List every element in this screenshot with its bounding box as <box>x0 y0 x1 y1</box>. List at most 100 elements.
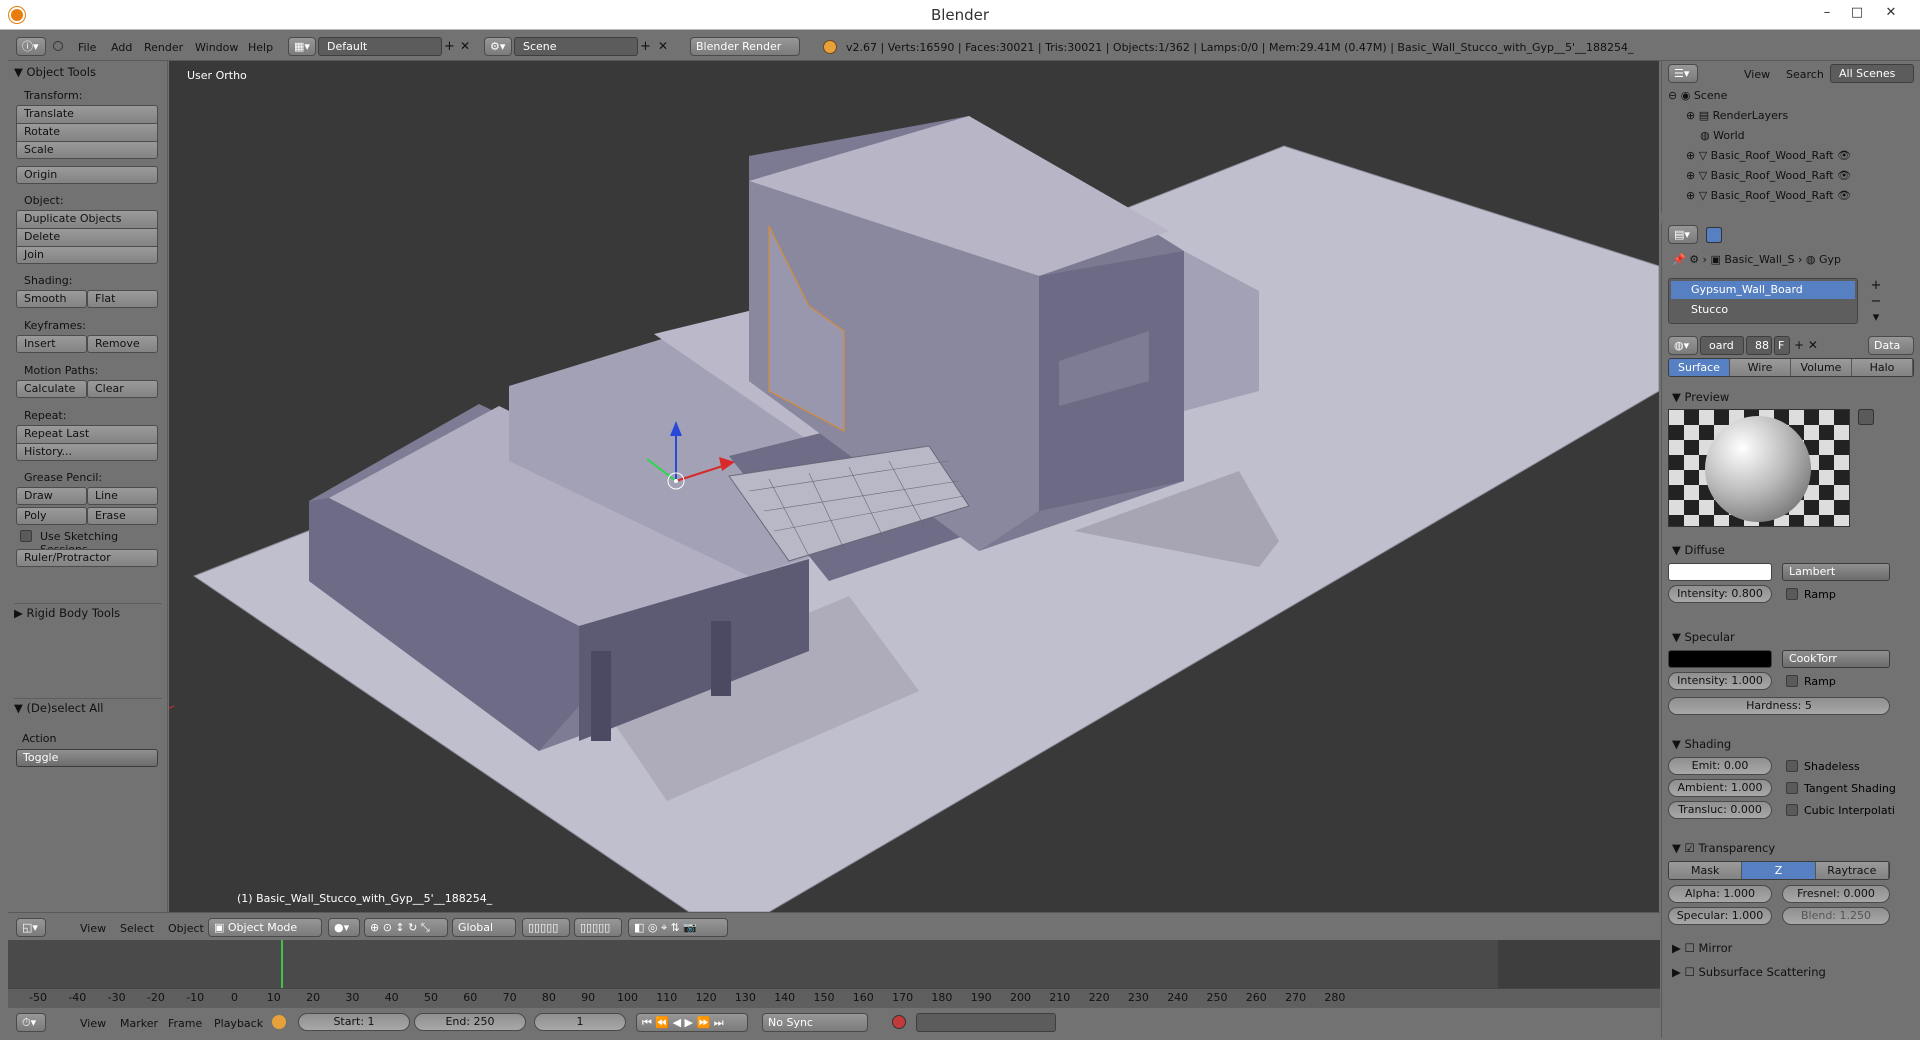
maximize-button[interactable]: □ <box>1842 2 1872 24</box>
scene-field[interactable]: Scene <box>514 37 638 56</box>
playback-controls[interactable]: ⏮ ⏪ ◀ ▶ ⏩ ⏭ <box>636 1013 748 1032</box>
blend-field[interactable]: Blend: 1.250 <box>1782 907 1890 925</box>
panel-transparency-header[interactable]: ▼ ☑ Transparency <box>1672 841 1775 855</box>
minimize-button[interactable]: – <box>1812 2 1842 24</box>
3d-viewport[interactable]: User Ortho (1) Basic_Wall_Stucco_with_Gy… <box>169 61 1659 912</box>
origin-button[interactable]: Origin <box>16 166 158 184</box>
render-engine-select[interactable]: Blender Render <box>690 37 800 56</box>
layers-grid-1[interactable]: ▯▯▯▯▯ <box>522 918 570 937</box>
layers-grid-2[interactable]: ▯▯▯▯▯ <box>574 918 622 937</box>
flat-button[interactable]: Flat <box>87 290 158 308</box>
mode-select[interactable]: ▣ Object Mode <box>208 918 322 937</box>
menu-view[interactable]: View <box>80 922 106 935</box>
specular-shader-select[interactable]: CookTorr <box>1782 650 1890 668</box>
snapping-and-render-icons[interactable]: ◧ ◎ ⌖ ⇅ 📷 <box>628 918 728 937</box>
slot-add-remove-icons[interactable]: + − ▾ <box>1866 278 1886 328</box>
tab-z-transparency[interactable]: Z Transparenc <box>1742 862 1816 879</box>
viewport-shading-icon[interactable]: ●▾ <box>328 918 360 937</box>
calculate-button[interactable]: Calculate <box>16 380 87 398</box>
fresnel-field[interactable]: Fresnel: 0.000 <box>1782 885 1890 903</box>
history-button[interactable]: History... <box>16 443 158 461</box>
add-layout-icon[interactable]: + <box>444 39 455 54</box>
insert-keyframe-button[interactable]: Insert <box>16 335 87 353</box>
delete-button[interactable]: Delete <box>16 228 158 246</box>
panel-rigid-body-header[interactable]: ▶ Rigid Body Tools <box>14 603 162 620</box>
editor-type-properties-icon[interactable]: ▤▾ <box>1668 225 1698 244</box>
duplicate-objects-button[interactable]: Duplicate Objects <box>16 210 158 228</box>
house-model[interactable] <box>169 61 1659 912</box>
remove-keyframe-button[interactable]: Remove <box>87 335 158 353</box>
translate-button[interactable]: Translate <box>16 105 158 123</box>
specular-color-swatch[interactable] <box>1668 650 1772 668</box>
material-type-tabs[interactable]: Surface Wire Volume Halo <box>1668 358 1914 377</box>
sketching-checkbox[interactable] <box>20 530 32 542</box>
timeline-ruler[interactable]: -50 -40 -30 -20 -10 0 10 20 30 40 50 60 70 80 90 100 110… <box>8 988 1660 1008</box>
menu-render[interactable]: Render <box>144 41 183 54</box>
tab-mask[interactable]: Mask <box>1669 862 1743 879</box>
diffuse-shader-select[interactable]: Lambert <box>1782 563 1890 581</box>
poly-button[interactable]: Poly <box>16 507 87 525</box>
editor-type-info-icon[interactable]: ⓘ▾ <box>16 37 46 56</box>
preview-skybox-icon[interactable] <box>1858 409 1874 425</box>
cubic-interpolation-checkbox[interactable] <box>1786 804 1798 816</box>
collapse-menu-icon[interactable] <box>53 41 63 51</box>
outliner-world[interactable]: ◍ World <box>1700 129 1920 148</box>
scene-icon[interactable]: ⚙▾ <box>484 37 512 56</box>
screen-layout-icon[interactable]: ▦▾ <box>288 37 316 56</box>
material-slot-gypsum[interactable]: Gypsum_Wall_Board <box>1671 281 1855 299</box>
diffuse-intensity-field[interactable]: Intensity: 0.800 <box>1668 585 1772 603</box>
smooth-button[interactable]: Smooth <box>16 290 87 308</box>
outliner-roof-1[interactable]: ⊕ ▽ Basic_Roof_Wood_Raft 👁 <box>1686 149 1920 168</box>
emit-field[interactable]: Emit: 0.00 <box>1668 757 1772 775</box>
menu-file[interactable]: File <box>78 41 96 54</box>
diffuse-ramp-checkbox[interactable] <box>1786 588 1798 600</box>
screen-layout-field[interactable]: Default <box>318 37 442 56</box>
tab-raytrace[interactable]: Raytrace <box>1815 862 1889 879</box>
editor-type-timeline-icon[interactable]: ⏱▾ <box>16 1013 46 1032</box>
transparency-method-tabs[interactable]: Mask Z Transparenc Raytrace <box>1668 861 1890 880</box>
sync-mode-select[interactable]: No Sync <box>762 1013 868 1032</box>
tab-surface[interactable]: Surface <box>1669 359 1730 376</box>
panel-diffuse-header[interactable]: ▼ Diffuse <box>1672 543 1725 557</box>
panel-sss-header[interactable]: ▶ ☐ Subsurface Scattering <box>1672 965 1826 979</box>
panel-deselect-all-header[interactable]: ▼ (De)select All <box>14 698 162 715</box>
tab-volume[interactable]: Volume <box>1791 359 1852 376</box>
timeline-menu-marker[interactable]: Marker <box>120 1017 158 1030</box>
record-icon[interactable] <box>892 1015 906 1029</box>
end-frame-field[interactable]: End: 250 <box>414 1013 526 1031</box>
timeline-menu-frame[interactable]: Frame <box>168 1017 202 1030</box>
line-button[interactable]: Line <box>87 487 158 505</box>
pivot-and-manipulator-icons[interactable]: ⊕ ⊙ ↕ ↻ ⤡ <box>364 918 448 937</box>
timeline-menu-view[interactable]: View <box>80 1017 106 1030</box>
menu-add[interactable]: Add <box>111 41 132 54</box>
panel-preview-header[interactable]: ▼ Preview <box>1672 390 1729 404</box>
rotate-button[interactable]: Rotate <box>16 123 158 141</box>
tangent-shading-checkbox[interactable] <box>1786 782 1798 794</box>
preview-shape-buttons[interactable] <box>1858 409 1880 527</box>
specular-ramp-checkbox[interactable] <box>1786 675 1798 687</box>
timeline-menu-playback[interactable]: Playback <box>214 1017 263 1030</box>
remove-layout-icon[interactable]: ✕ <box>460 39 470 53</box>
outliner-filter-select[interactable]: All Scenes <box>1830 64 1914 83</box>
clear-button[interactable]: Clear <box>87 380 158 398</box>
alpha-field[interactable]: Alpha: 1.000 <box>1668 885 1772 903</box>
add-scene-icon[interactable]: + <box>640 39 651 54</box>
keying-set-field[interactable] <box>916 1013 1056 1032</box>
panel-specular-header[interactable]: ▼ Specular <box>1672 630 1735 644</box>
start-frame-field[interactable]: Start: 1 <box>298 1013 410 1031</box>
tab-wire[interactable]: Wire <box>1730 359 1791 376</box>
material-users-field[interactable]: 88 <box>1746 336 1772 355</box>
material-link-select[interactable]: Data <box>1868 336 1914 355</box>
transluc-field[interactable]: Transluc: 0.000 <box>1668 801 1772 819</box>
menu-help[interactable]: Help <box>248 41 273 54</box>
repeat-last-button[interactable]: Repeat Last <box>16 425 158 443</box>
close-button[interactable]: ✕ <box>1876 2 1906 24</box>
material-tab-icon[interactable] <box>1706 227 1722 243</box>
tab-halo[interactable]: Halo <box>1852 359 1913 376</box>
ambient-field[interactable]: Ambient: 1.000 <box>1668 779 1772 797</box>
menu-window[interactable]: Window <box>195 41 238 54</box>
material-new-remove-icons[interactable]: + ✕ <box>1794 338 1818 352</box>
shadeless-checkbox[interactable] <box>1786 760 1798 772</box>
erase-button[interactable]: Erase <box>87 507 158 525</box>
current-frame-field[interactable]: 1 <box>534 1013 626 1031</box>
